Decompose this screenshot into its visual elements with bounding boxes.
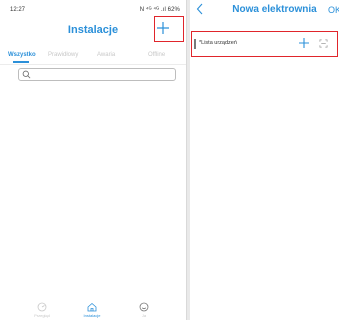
status-indicators: N ⁴ᴳ ⁴ᴳ .ıl 62% (139, 7, 180, 13)
nav-installations-label: Instalacje (83, 313, 101, 318)
nav-overview[interactable]: Przegląd (22, 302, 62, 318)
tab-offline[interactable]: Offline (148, 52, 165, 58)
page-title: Nowa elektrownia (232, 4, 317, 15)
status-tabs: Wszystko Prawidłowy Awaria Offline (0, 48, 186, 64)
search-input[interactable] (33, 70, 163, 79)
installations-screen: 12:27 N ⁴ᴳ ⁴ᴳ .ıl 62% Instalacje Wszystk… (0, 0, 187, 320)
active-tab-indicator (13, 61, 29, 63)
overview-icon (37, 302, 47, 312)
add-device-button[interactable] (298, 35, 310, 53)
nav-profile[interactable]: Ja (124, 302, 164, 318)
nav-overview-label: Przegląd (34, 313, 50, 318)
scan-icon[interactable] (319, 39, 328, 48)
status-time: 12:27 (10, 7, 26, 13)
ok-button[interactable]: OK (328, 5, 339, 15)
section-marker (194, 39, 196, 49)
new-plant-screen: Nowa elektrownia OK *Lista urządzeń (190, 0, 339, 320)
nav-profile-label: Ja (141, 313, 147, 318)
device-list-label: *Lista urządzeń (199, 40, 237, 46)
profile-icon (139, 302, 149, 312)
home-icon (87, 302, 97, 312)
device-list-row: *Lista urządzeń (191, 31, 338, 57)
tab-fault[interactable]: Awaria (97, 52, 115, 58)
nav-installations[interactable]: Instalacje (72, 302, 112, 318)
bottom-navigation: Przegląd Instalacje Ja (0, 296, 186, 320)
add-installation-button[interactable] (152, 18, 174, 40)
divider (0, 64, 186, 65)
header: Nowa elektrownia OK (190, 0, 339, 30)
tab-normal[interactable]: Prawidłowy (48, 52, 78, 58)
plus-icon (157, 22, 169, 34)
search-bar[interactable] (18, 68, 176, 81)
tab-all[interactable]: Wszystko (8, 52, 36, 58)
plus-icon (299, 38, 309, 48)
search-icon (22, 70, 31, 79)
